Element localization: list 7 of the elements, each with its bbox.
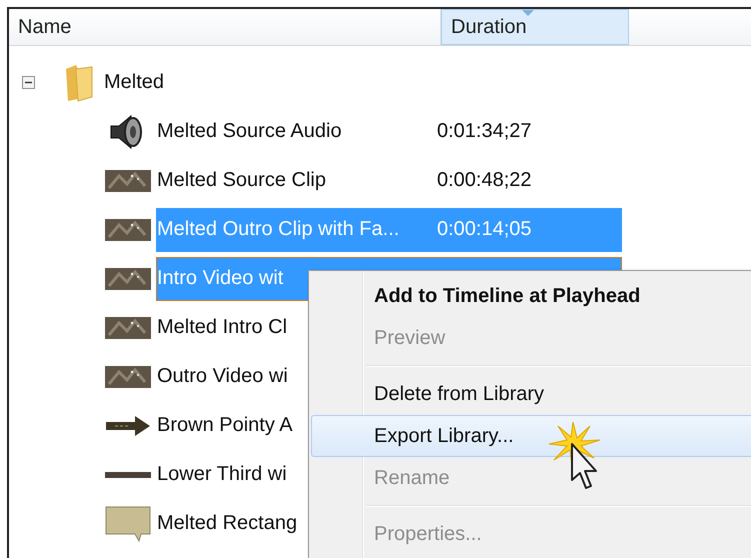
clip-name: Melted Source Clip [157,169,326,191]
clip-duration: 0:00:48;22 [437,169,532,192]
clip-name: Melted Source Audio [157,120,342,142]
clip-name: Intro Video wit [157,267,284,289]
clip-duration: 0:01:34;27 [437,120,532,143]
clip-duration: 0:00:14;05 [437,218,532,241]
clip-name: Melted Outro Clip with Fa... [157,218,400,240]
